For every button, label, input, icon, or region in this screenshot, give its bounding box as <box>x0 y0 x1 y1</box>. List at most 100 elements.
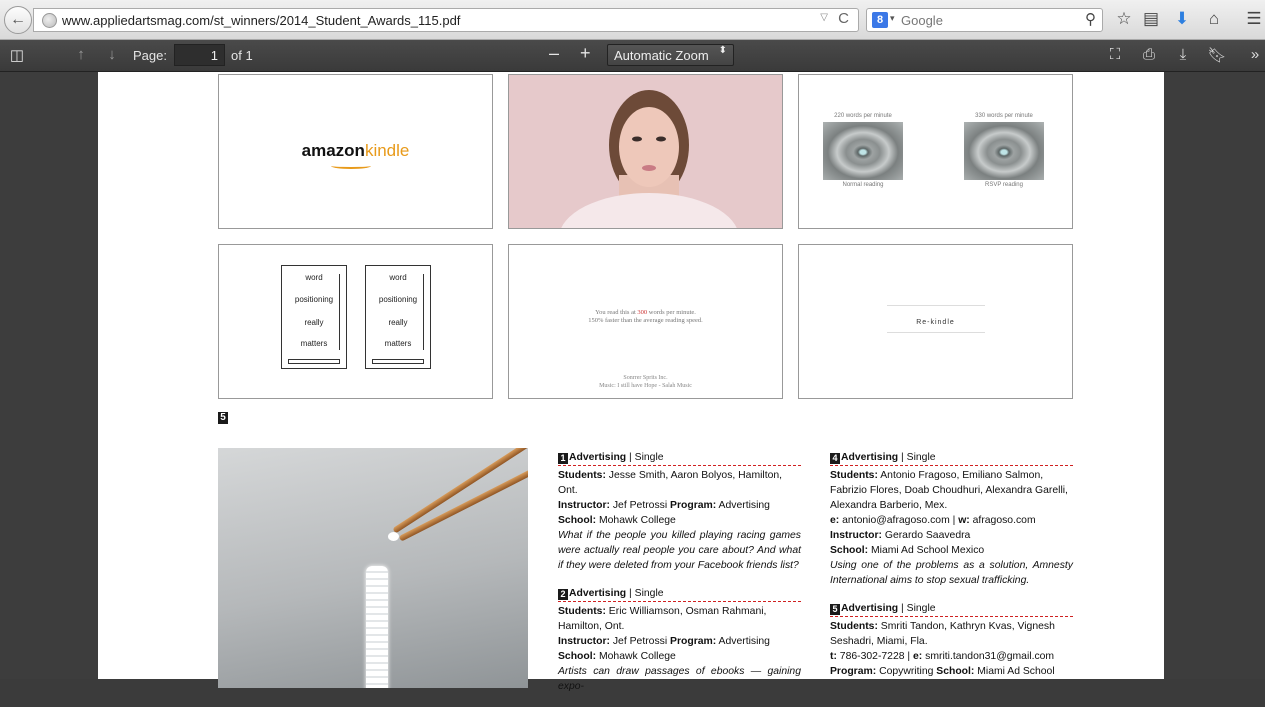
eye-caption-right: 330 words per minute <box>975 113 1033 119</box>
instructor-name: Gerardo Saavedra <box>881 530 971 541</box>
speed-comparison: 150% faster than the average reading spe… <box>588 317 703 324</box>
entry-number: 1 <box>558 453 568 464</box>
chopstick <box>398 459 528 542</box>
program-name: Advertising <box>716 636 770 647</box>
card-word: word <box>389 273 407 282</box>
card-word: matters <box>300 339 328 348</box>
school-name: Mohawk College <box>596 515 676 526</box>
page-number-input[interactable]: 1 <box>174 44 225 66</box>
school-label: School: <box>558 515 597 526</box>
pdf-viewer[interactable]: amazonkindle 220 words per minute 330 wo… <box>0 72 1265 692</box>
zoom-select[interactable]: Automatic Zoom ⬍ <box>607 44 734 66</box>
search-engine-dropdown-icon[interactable]: ▾ <box>890 13 895 24</box>
globe-icon <box>42 13 57 28</box>
page-label: Page: <box>133 48 167 63</box>
school-name: Miami Ad School Mexico <box>868 545 985 556</box>
instructor-name: Jef Petrossi <box>609 636 671 647</box>
zoom-value: Automatic Zoom <box>614 48 709 63</box>
rice-grain <box>388 532 399 541</box>
tools-icon[interactable]: » <box>1244 46 1265 63</box>
reading-list-icon[interactable]: ▤ <box>1140 9 1162 29</box>
section-number: 5 <box>218 412 228 424</box>
entry-header: 5 Advertising | Single <box>830 601 1073 617</box>
entry-number: 4 <box>830 453 840 464</box>
speed-text-pre: You read this at <box>595 309 638 316</box>
word-card-left: word positioning really matters <box>281 265 347 369</box>
zoom-out-button[interactable]: – <box>549 43 559 64</box>
eye-label-left: Normal reading <box>842 182 884 188</box>
school-label: School: <box>558 651 597 662</box>
eye-image-right <box>964 122 1044 180</box>
entry-number: 2 <box>558 589 568 600</box>
search-engine-icon[interactable]: 8 <box>872 12 888 28</box>
reload-icon[interactable]: C <box>838 10 849 27</box>
entry-category: Advertising <box>569 588 627 599</box>
program-label: Program: <box>670 500 717 511</box>
zoom-dropdown-icon: ⬍ <box>718 45 727 56</box>
download-icon[interactable]: ⤓ <box>1172 46 1194 63</box>
award-entry: 5 Advertising | Single Students: Smriti T… <box>830 601 1073 679</box>
sidebar-toggle-icon[interactable]: ◫ <box>6 46 28 64</box>
students-label: Students: <box>830 621 878 632</box>
entry-header: 1 Advertising | Single <box>558 450 801 466</box>
reading-speed-text: You read this at 300 words per minute. 1… <box>509 309 782 325</box>
presentation-mode-icon[interactable]: ⛶ <box>1104 46 1126 63</box>
print-icon[interactable]: ⎙ <box>1138 46 1160 63</box>
award-entry: 4 Advertising | Single Students: Antonio … <box>830 450 1073 588</box>
card-word: matters <box>384 339 412 348</box>
entry-type: | Single <box>898 603 936 614</box>
award-entry: 1 Advertising | Single Students: Jesse Sm… <box>558 450 801 573</box>
email-label: e: <box>830 515 840 526</box>
menu-icon[interactable]: ☰ <box>1243 9 1265 29</box>
school-label: School: <box>830 545 869 556</box>
school-label: School: <box>936 666 975 677</box>
amazon-word: amazon <box>301 141 365 160</box>
students-label: Students: <box>558 606 606 617</box>
arrow-line <box>339 274 340 350</box>
previous-page-icon[interactable]: ↑ <box>70 46 92 63</box>
thumbnail-woman-video <box>508 74 783 229</box>
rekindle-text: Re-kindle <box>916 319 955 326</box>
website: afragoso.com <box>969 515 1036 526</box>
entries-column-right: 4 Advertising | Single Students: Antonio … <box>830 450 1073 692</box>
card-footer-bar <box>372 359 424 364</box>
card-footer-bar <box>288 359 340 364</box>
entry-type: | Single <box>626 452 664 463</box>
search-icon[interactable]: ⚲ <box>1085 10 1096 28</box>
chopsticks-rice-photo <box>218 448 528 688</box>
speed-number: 300 <box>637 309 648 316</box>
url-bar[interactable]: www.appliedartsmag.com/st_winners/2014_S… <box>33 8 859 32</box>
thumbnail-rekindle: Re-kindle <box>798 244 1073 399</box>
speed-text-post: words per minute. <box>647 309 696 316</box>
thumbnail-reading-speed: You read this at 300 words per minute. 1… <box>508 244 783 399</box>
url-text[interactable]: www.appliedartsmag.com/st_winners/2014_S… <box>62 13 460 28</box>
award-entry: 2 Advertising | Single Students: Eric Wil… <box>558 586 801 694</box>
browser-toolbar: ← www.appliedartsmag.com/st_winners/2014… <box>0 0 1265 40</box>
students-label: Students: <box>558 470 606 481</box>
download-arrow-icon[interactable]: ⬇ <box>1171 9 1193 29</box>
bookmark-icon[interactable]: 🔖︎ <box>1206 46 1228 64</box>
entry-description: Using one of the problems as a solution,… <box>830 560 1073 586</box>
card-word: positioning <box>294 295 334 304</box>
thumbnail-word-positioning: word positioning really matters word pos… <box>218 244 493 399</box>
zoom-in-button[interactable]: + <box>580 43 591 64</box>
separator: | <box>904 651 914 662</box>
card-word: really <box>388 318 408 327</box>
amazon-smile-icon <box>331 163 371 169</box>
home-icon[interactable]: ⌂ <box>1203 9 1225 29</box>
history-dropdown-icon[interactable]: ▽ <box>820 12 828 23</box>
search-input[interactable]: Google <box>901 13 943 28</box>
search-bar[interactable]: 8 ▾ Google ⚲ <box>866 8 1103 32</box>
word-card-right: word positioning really matters <box>365 265 431 369</box>
separator: | <box>949 515 959 526</box>
next-page-icon[interactable]: ↓ <box>101 46 123 63</box>
card-word: positioning <box>378 295 418 304</box>
back-button[interactable]: ← <box>4 6 32 34</box>
instructor-label: Instructor: <box>558 636 610 647</box>
thumbnail-amazon-kindle: amazonkindle <box>218 74 493 229</box>
card-word: really <box>304 318 324 327</box>
eye-label-right: RSVP reading <box>985 182 1023 188</box>
video-credits: Sonrrer Sprits Inc. Music: I still have … <box>509 374 782 390</box>
rice-stack <box>366 566 388 688</box>
star-icon[interactable]: ☆ <box>1113 9 1135 29</box>
